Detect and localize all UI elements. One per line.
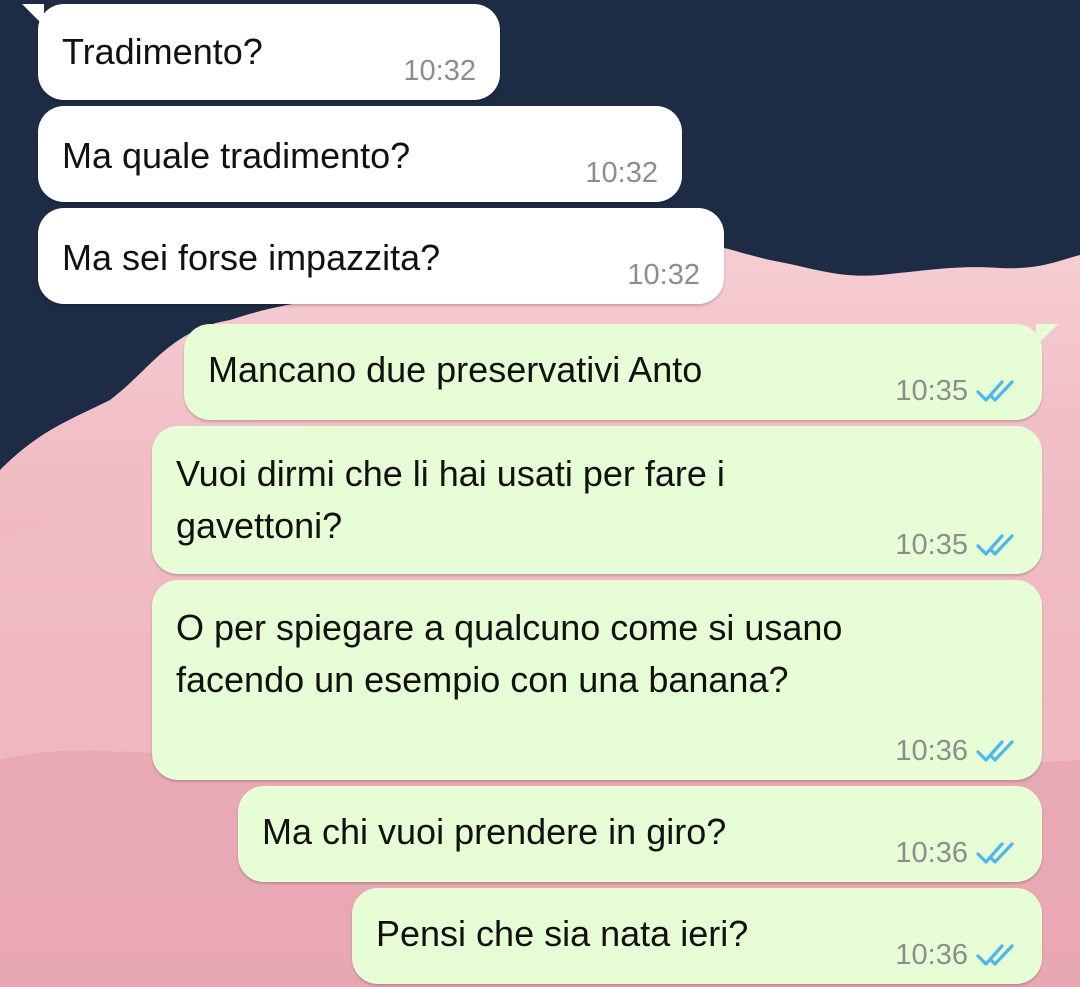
double-check-read-icon — [976, 740, 1014, 762]
message-text: Ma sei forse impazzita? — [62, 237, 441, 278]
incoming-message[interactable]: Tradimento? 10:32 — [22, 4, 500, 100]
outgoing-message[interactable]: Ma chi vuoi prendere in giro? 10:36 — [238, 786, 1042, 882]
message-time: 10:32 — [403, 55, 476, 87]
incoming-message[interactable]: Ma quale tradimento? 10:32 — [38, 106, 682, 202]
message-meta: 10:32 — [627, 258, 700, 292]
message-meta: 10:36 — [895, 938, 1018, 972]
message-time: 10:36 — [895, 735, 968, 767]
message-text: Tradimento? — [62, 31, 263, 72]
message-time: 10:36 — [895, 939, 968, 971]
message-meta: 10:32 — [585, 156, 658, 190]
message-text: Ma quale tradimento? — [62, 135, 411, 176]
double-check-read-icon — [976, 380, 1014, 402]
message-time: 10:35 — [895, 375, 968, 407]
outgoing-message[interactable]: Pensi che sia nata ieri? 10:36 — [352, 888, 1042, 984]
message-text: Ma chi vuoi prendere in giro? — [262, 811, 727, 852]
bubble-tail — [22, 4, 44, 26]
message-meta: 10:35 — [895, 528, 1018, 562]
message-meta: 10:36 — [895, 734, 1018, 768]
outgoing-message[interactable]: O per spiegare a qualcuno come si usano … — [152, 580, 1042, 780]
message-meta: 10:35 — [895, 374, 1018, 408]
message-meta: 10:36 — [895, 836, 1018, 870]
message-text: O per spiegare a qualcuno come si usano … — [176, 607, 843, 700]
message-text: Mancano due preservativi Anto — [208, 349, 703, 390]
bubble-tail — [1036, 324, 1058, 346]
message-time: 10:36 — [895, 837, 968, 869]
double-check-read-icon — [976, 944, 1014, 966]
incoming-message[interactable]: Ma sei forse impazzita? 10:32 — [38, 208, 724, 304]
message-time: 10:32 — [585, 157, 658, 189]
outgoing-message[interactable]: Vuoi dirmi che li hai usati per fare i g… — [152, 426, 1042, 574]
double-check-read-icon — [976, 842, 1014, 864]
message-time: 10:35 — [895, 529, 968, 561]
outgoing-message[interactable]: Mancano due preservativi Anto 10:35 — [184, 324, 1058, 420]
message-meta: 10:32 — [403, 54, 476, 88]
double-check-read-icon — [976, 534, 1014, 556]
message-text: Pensi che sia nata ieri? — [376, 913, 749, 954]
message-text: Vuoi dirmi che li hai usati per fare i g… — [176, 453, 725, 546]
message-time: 10:32 — [627, 259, 700, 291]
